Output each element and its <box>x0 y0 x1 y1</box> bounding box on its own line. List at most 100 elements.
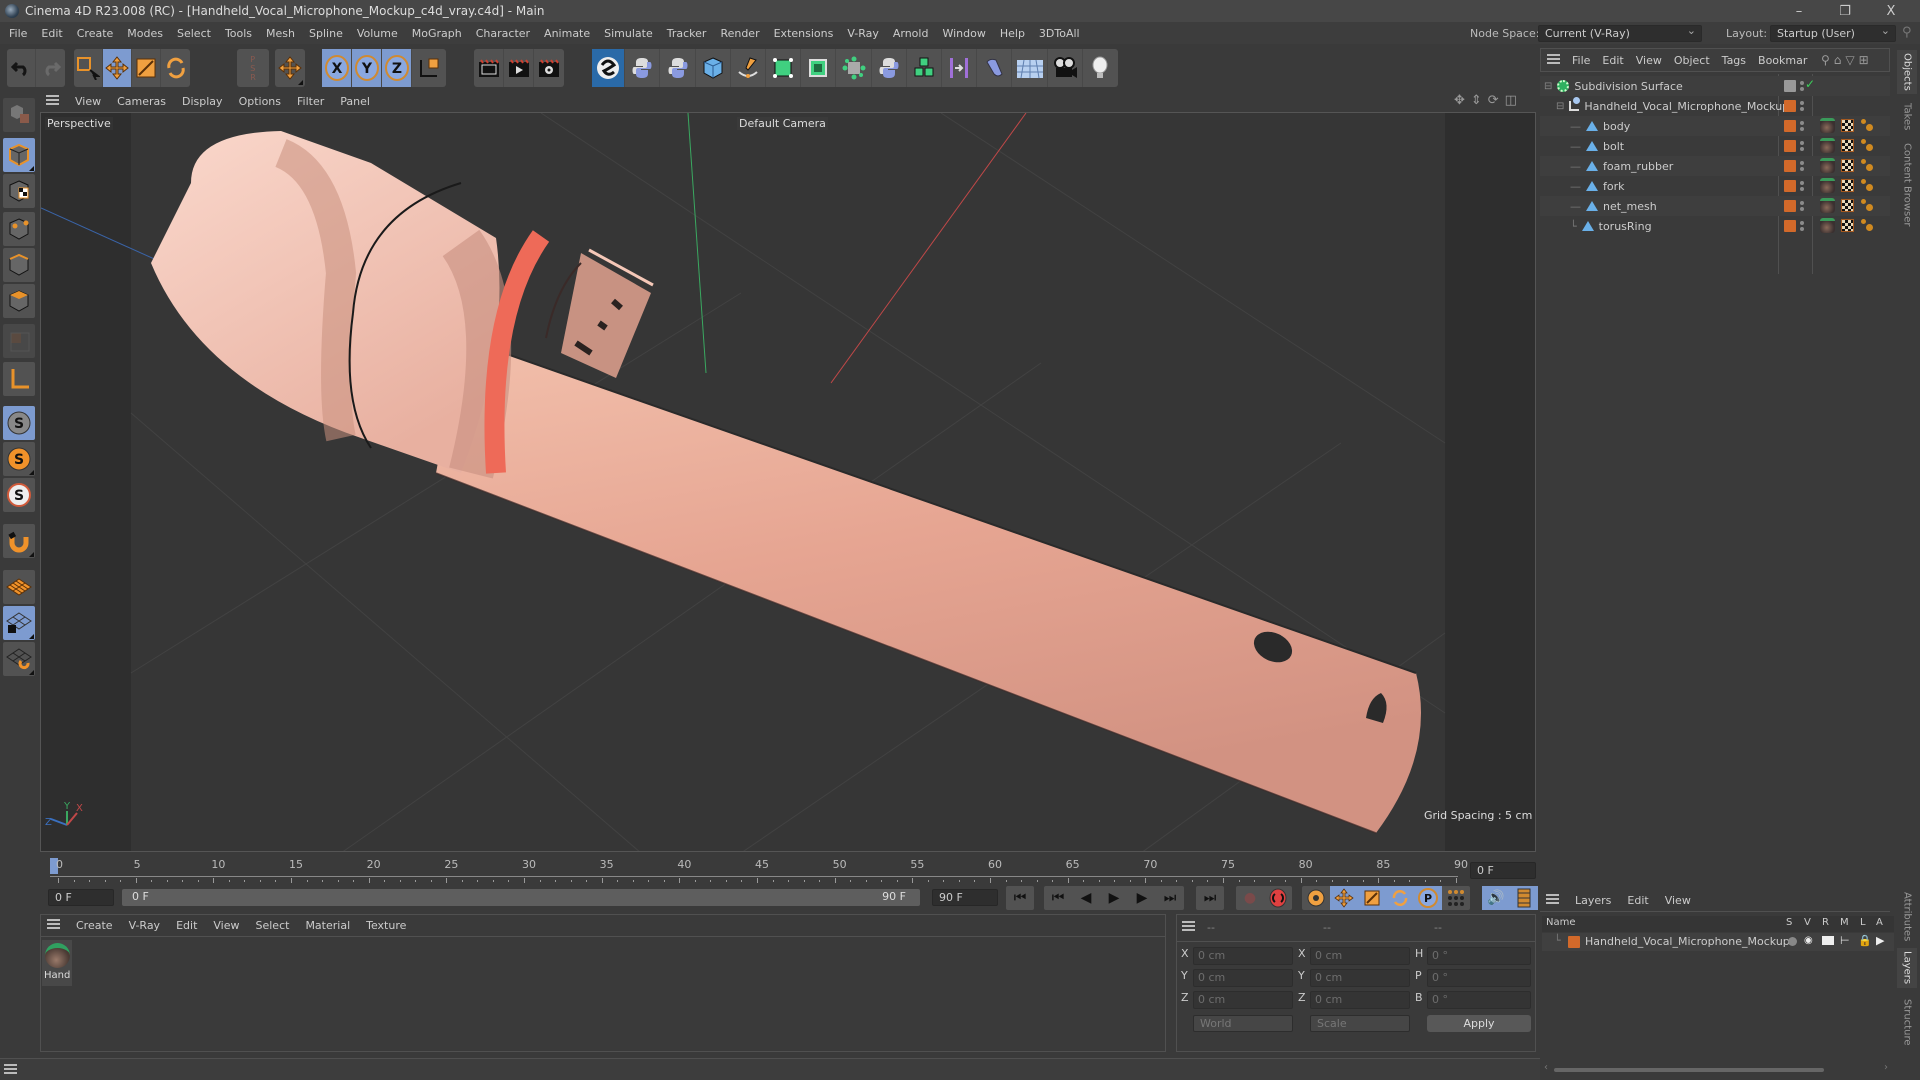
column-visible[interactable]: V <box>1804 917 1811 928</box>
material-menu-create[interactable]: Create <box>68 919 121 932</box>
restore-button[interactable]: ❐ <box>1822 0 1868 22</box>
object-row-fork[interactable]: — fork <box>1540 176 1890 196</box>
autokey-icon[interactable] <box>1264 886 1292 910</box>
camera-icon[interactable] <box>1048 49 1083 87</box>
status-menu-icon[interactable] <box>4 1064 17 1077</box>
workplane-sync-icon[interactable] <box>3 642 35 676</box>
previous-key-icon[interactable]: ⏮ <box>1044 886 1072 910</box>
bend-icon[interactable] <box>977 49 1013 87</box>
coordinate-system-icon[interactable] <box>412 49 446 87</box>
menu-file[interactable]: File <box>2 27 34 40</box>
cube-icon[interactable] <box>696 49 731 87</box>
material-menu-texture[interactable]: Texture <box>358 919 414 932</box>
tab-takes[interactable]: Takes <box>1897 98 1917 136</box>
object-menu-edit[interactable]: Edit <box>1596 54 1629 67</box>
vray-tag-icon[interactable] <box>1861 139 1873 151</box>
menu-tracker[interactable]: Tracker <box>660 27 714 40</box>
visibility-eye-icon[interactable]: ◉ <box>1804 935 1813 946</box>
polygon-mode-icon[interactable] <box>3 284 35 318</box>
menu-character[interactable]: Character <box>469 27 537 40</box>
material-menu-view[interactable]: View <box>205 919 247 932</box>
texture-mode-icon[interactable] <box>3 174 35 208</box>
go-to-end-icon[interactable]: ⏭ <box>1196 886 1224 910</box>
object-row-foam-rubber[interactable]: — foam_rubber <box>1540 156 1890 176</box>
vray-tag-icon[interactable] <box>1861 159 1873 171</box>
object-menu-tags[interactable]: Tags <box>1716 54 1752 67</box>
array-icon[interactable] <box>907 49 943 87</box>
menu-spline[interactable]: Spline <box>302 27 350 40</box>
object-row-torus-ring[interactable]: └ torusRing <box>1540 216 1890 236</box>
psr-icon[interactable]: PSR <box>237 49 269 87</box>
apply-button[interactable]: Apply <box>1427 1015 1531 1032</box>
close-button[interactable]: X <box>1868 0 1914 22</box>
viewport-menu-icon[interactable] <box>36 94 67 108</box>
layer-color-swatch[interactable] <box>1784 140 1796 152</box>
menu-edit[interactable]: Edit <box>34 27 69 40</box>
column-name[interactable]: Name <box>1546 917 1576 928</box>
size-z-field[interactable]: 0 cm <box>1310 991 1410 1009</box>
viewport-menu-cameras[interactable]: Cameras <box>109 95 174 108</box>
object-menu-object[interactable]: Object <box>1668 54 1716 67</box>
snap-magnet-icon[interactable] <box>3 524 35 558</box>
rot-b-field[interactable]: 0 ° <box>1427 991 1531 1009</box>
column-solo[interactable]: S <box>1786 917 1792 928</box>
uvw-tag-icon[interactable] <box>1841 219 1854 232</box>
object-menu-view[interactable]: View <box>1630 54 1668 67</box>
python-icon[interactable] <box>660 49 696 87</box>
menu-create[interactable]: Create <box>70 27 121 40</box>
viewport-menu-view[interactable]: View <box>67 95 109 108</box>
menu-mograph[interactable]: MoGraph <box>405 27 469 40</box>
sound-icon[interactable]: 🔊 <box>1482 886 1510 910</box>
axis-mode-icon[interactable] <box>3 362 35 396</box>
y-axis-icon[interactable]: Y <box>352 49 382 87</box>
play-icon[interactable]: ▶ <box>1100 886 1128 910</box>
redo-icon[interactable] <box>36 49 65 87</box>
menu-tools[interactable]: Tools <box>218 27 259 40</box>
start-frame-field[interactable]: 0 F <box>48 889 114 906</box>
point-level-icon[interactable] <box>1442 886 1470 910</box>
scale-icon[interactable] <box>132 49 161 87</box>
menu-modes[interactable]: Modes <box>120 27 170 40</box>
viewport-menu-filter[interactable]: Filter <box>289 95 332 108</box>
model-mode-icon[interactable] <box>3 138 35 172</box>
previous-frame-icon[interactable]: ◀ <box>1072 886 1100 910</box>
material-tag-icon[interactable] <box>1820 218 1835 233</box>
object-row-body[interactable]: — body <box>1540 116 1890 136</box>
visibility-dots[interactable] <box>1800 160 1804 172</box>
uvw-tag-icon[interactable] <box>1841 159 1854 172</box>
tab-attributes[interactable]: Attributes <box>1897 890 1917 944</box>
layer-color-swatch[interactable] <box>1784 100 1796 112</box>
tab-content-browser[interactable]: Content Browser <box>1897 140 1917 230</box>
position-key-icon[interactable] <box>1330 886 1358 910</box>
z-axis-icon[interactable]: Z <box>382 49 412 87</box>
object-row-net-mesh[interactable]: — net_mesh <box>1540 196 1890 216</box>
menu-arnold[interactable]: Arnold <box>886 27 936 40</box>
size-y-field[interactable]: 0 cm <box>1310 969 1410 987</box>
polygon-object-icon[interactable] <box>836 49 872 87</box>
column-manager[interactable]: M <box>1840 917 1849 928</box>
visibility-dots[interactable] <box>1800 200 1804 212</box>
visibility-dots[interactable] <box>1800 140 1804 152</box>
minimize-button[interactable]: – <box>1776 0 1822 22</box>
uvw-tag-icon[interactable] <box>1841 199 1854 212</box>
menu-volume[interactable]: Volume <box>350 27 405 40</box>
enabled-check-icon[interactable]: ✓ <box>1805 77 1815 91</box>
solo-off-icon[interactable]: S <box>3 406 35 440</box>
render-settings-icon[interactable] <box>534 49 564 87</box>
object-menu-file[interactable]: File <box>1566 54 1596 67</box>
tab-objects[interactable]: Objects <box>1897 50 1917 94</box>
extrude-icon[interactable] <box>801 49 837 87</box>
layout-select[interactable]: Startup (User) <box>1770 23 1896 42</box>
menu-mesh[interactable]: Mesh <box>259 27 302 40</box>
material-menu-edit[interactable]: Edit <box>168 919 205 932</box>
3d-viewport[interactable]: Perspective Default Camera Grid Spacing … <box>40 112 1536 852</box>
uv-mode-icon[interactable] <box>3 324 35 358</box>
layer-color-swatch[interactable] <box>1784 180 1796 192</box>
layer-menu-icon[interactable] <box>1540 894 1567 907</box>
object-row-subdivision-surface[interactable]: ⊟ Subdivision Surface ✓ <box>1540 76 1890 96</box>
material-tag-icon[interactable] <box>1820 158 1835 173</box>
size-x-field[interactable]: 0 cm <box>1310 947 1410 965</box>
layer-color-swatch[interactable] <box>1784 200 1796 212</box>
lock-icon[interactable]: 🔒 <box>1858 934 1872 947</box>
menu-3dtoall[interactable]: 3DToAll <box>1032 27 1087 40</box>
